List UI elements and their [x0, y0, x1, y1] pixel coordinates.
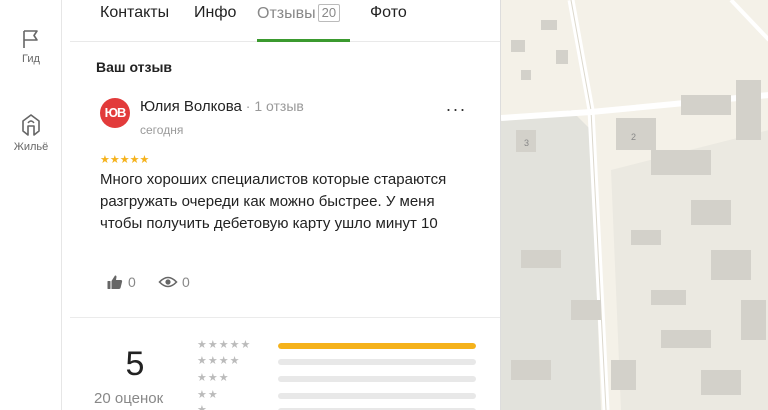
distribution-bar: [278, 393, 476, 399]
map-label: 2: [631, 132, 636, 142]
active-tab-indicator: [257, 39, 350, 42]
thumbs-up-icon: [107, 275, 123, 289]
map-view[interactable]: 3 2: [500, 0, 768, 410]
distribution-bar: [278, 359, 476, 365]
tab-reviews[interactable]: Отзывы 20: [257, 4, 341, 23]
rail-item-label: Гид: [22, 53, 40, 65]
rating-distribution-row: ★★★: [197, 372, 487, 385]
rating-distribution-row: ★★: [197, 389, 487, 402]
overall-rating: 5: [125, 345, 145, 383]
rating-distribution-row: ★★★★★: [197, 339, 487, 352]
distribution-fill: [278, 343, 476, 349]
more-options-button[interactable]: ···: [444, 100, 468, 124]
org-panel: Контакты Инфо Отзывы 20 Фото Ваш отзыв ЮВ…: [70, 0, 500, 410]
distribution-stars: ★: [197, 404, 208, 410]
house-icon: [22, 114, 40, 136]
tab-photo[interactable]: Фото: [370, 4, 407, 22]
distribution-stars: ★★★★: [197, 355, 241, 367]
tab-info[interactable]: Инфо: [194, 4, 236, 22]
rating-count: 20 оценок: [94, 390, 164, 407]
review-author[interactable]: Юлия Волкова · 1 отзыв: [140, 98, 304, 115]
review-date: сегодня: [140, 123, 184, 137]
eye-icon: [158, 276, 178, 288]
rating-distribution-row: ★: [197, 404, 487, 410]
map-label: 3: [524, 138, 529, 148]
like-button[interactable]: 0: [106, 272, 136, 292]
tab-reviews-label: Отзывы: [257, 5, 316, 22]
like-count: 0: [128, 274, 136, 290]
rail-item-housing[interactable]: Жильё: [0, 112, 62, 153]
rating-distribution-row: ★★★★: [197, 355, 487, 368]
section-divider: [70, 317, 500, 318]
flag-icon: [23, 30, 38, 48]
distribution-bar: [278, 343, 476, 349]
author-name: Юлия Волкова: [140, 98, 242, 115]
avatar[interactable]: ЮВ: [100, 98, 130, 128]
review-rating-stars: ★★★★★: [100, 154, 150, 166]
rail-item-label: Жильё: [13, 141, 49, 153]
map-canvas[interactable]: 3 2: [501, 0, 768, 410]
tab-contacts[interactable]: Контакты: [100, 4, 169, 22]
reviews-count-badge: 20: [317, 4, 341, 22]
distribution-stars: ★★: [197, 389, 219, 401]
view-count: 0: [182, 274, 190, 290]
review-text: Много хороших специалистов которые стара…: [100, 171, 447, 232]
author-review-count: · 1 отзыв: [241, 98, 304, 114]
distribution-bar: [278, 376, 476, 382]
left-rail: Гид Жильё: [0, 0, 62, 410]
views-counter: 0: [158, 272, 190, 292]
distribution-stars: ★★★: [197, 372, 230, 384]
section-title: Ваш отзыв: [96, 59, 173, 75]
distribution-stars: ★★★★★: [197, 339, 252, 351]
tab-bar: Контакты Инфо Отзывы 20 Фото: [70, 0, 500, 42]
rail-item-guide[interactable]: Гид: [0, 28, 62, 65]
